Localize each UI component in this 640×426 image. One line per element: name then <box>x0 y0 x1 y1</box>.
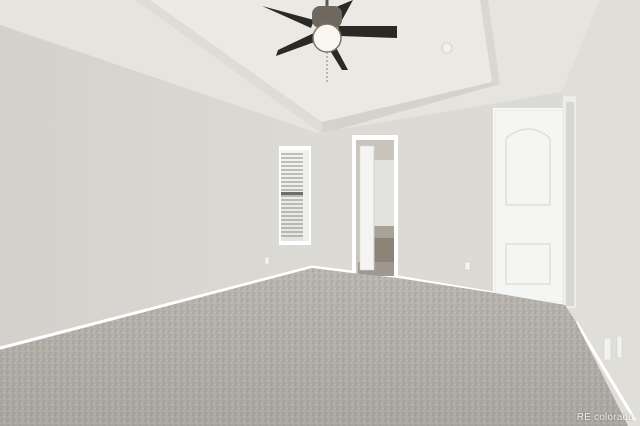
room-illustration <box>0 0 640 426</box>
smoke-detector-icon <box>441 42 453 54</box>
room-photo: RE colorado <box>0 0 640 426</box>
watermark-text: RE colorado <box>576 412 634 423</box>
closet-door <box>493 96 576 308</box>
window <box>279 146 311 245</box>
bathroom-doorway <box>352 135 398 278</box>
outlet <box>464 261 471 271</box>
